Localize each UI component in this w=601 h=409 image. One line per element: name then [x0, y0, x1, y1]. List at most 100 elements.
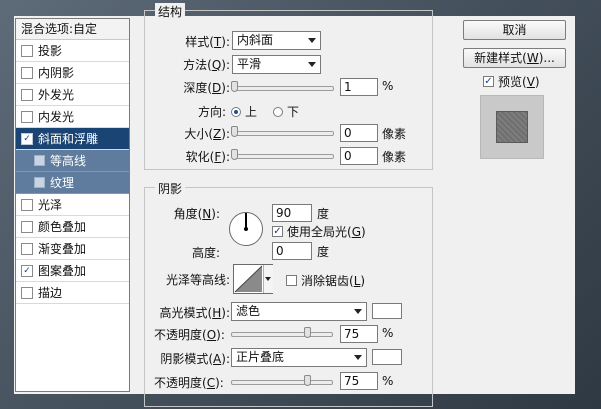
highlight-opacity-thumb[interactable]: [304, 327, 311, 338]
size-row: 大小(Z):: [184, 127, 230, 141]
depth-row: 深度(D):: [183, 81, 230, 95]
style-item-label: 纹理: [50, 175, 75, 190]
depth-slider[interactable]: [231, 81, 334, 92]
depth-unit: %: [382, 79, 394, 93]
new-style-button[interactable]: 新建样式(W)...: [463, 48, 566, 68]
style-row: 样式(T):: [185, 35, 230, 49]
style-item-6[interactable]: 纹理: [16, 172, 129, 194]
style-item-2[interactable]: 外发光: [16, 84, 129, 106]
highlight-color-swatch[interactable]: [372, 303, 402, 319]
direction-down-radio[interactable]: 下: [273, 103, 299, 120]
style-item-label: 等高线: [50, 153, 87, 168]
style-item-label: 斜面和浮雕: [38, 131, 99, 146]
highlight-opacity-slider[interactable]: [231, 327, 333, 338]
style-item-label: 投影: [38, 43, 63, 58]
direction-up-radio[interactable]: 上: [231, 103, 257, 120]
style-item-checkbox[interactable]: [21, 198, 33, 211]
style-item-7[interactable]: 光泽: [16, 194, 129, 216]
shadow-mode-row: 阴影模式(A):: [160, 352, 230, 366]
shadow-opacity-input[interactable]: 75: [340, 372, 378, 390]
style-item-label: 内阴影: [38, 65, 75, 80]
altitude-input[interactable]: 0: [272, 242, 312, 260]
angle-input[interactable]: 90: [272, 204, 312, 222]
style-item-11[interactable]: 描边: [16, 282, 129, 304]
style-item-checkbox[interactable]: [21, 286, 33, 299]
style-item-checkbox[interactable]: ✓: [21, 132, 33, 145]
angle-row: 角度(N):: [173, 207, 220, 221]
gloss-contour-picker[interactable]: [233, 264, 273, 294]
shadow-opacity-thumb[interactable]: [304, 375, 311, 386]
style-item-label: 光泽: [38, 197, 63, 212]
chevron-down-icon: [354, 355, 362, 360]
preview-swatch: [496, 111, 528, 143]
depth-slider-thumb[interactable]: [231, 81, 238, 92]
soften-unit: 像素: [382, 150, 407, 164]
layer-style-dialog: 混合选项:自定 投影内阴影外发光内发光 ✓ 斜面和浮雕等高线纹理光泽颜色叠加渐变叠加…: [14, 3, 575, 407]
gloss-contour-row: 光泽等高线:: [154, 270, 230, 289]
size-slider-thumb[interactable]: [231, 126, 238, 137]
highlight-opacity-unit: %: [382, 326, 394, 340]
highlight-opacity-row: 不透明度(O):: [154, 328, 225, 342]
depth-input[interactable]: 1: [340, 78, 378, 96]
global-light-check: ✓: [272, 226, 283, 237]
direction-label: 方向:: [197, 105, 226, 119]
preview-thumbnail: [480, 95, 544, 159]
style-item-checkbox[interactable]: [21, 66, 33, 79]
size-input[interactable]: 0: [340, 124, 378, 142]
method-row: 方法(Q):: [183, 58, 230, 72]
shadow-mode-select[interactable]: 正片叠底: [231, 348, 367, 367]
preview-check: ✓: [483, 76, 494, 87]
anti-aliased-check: [286, 275, 297, 286]
soften-row: 软化(F):: [185, 150, 230, 164]
altitude-label: 高度:: [191, 246, 220, 260]
style-item-checkbox[interactable]: [21, 242, 33, 255]
chevron-down-icon: [308, 38, 316, 43]
chevron-down-icon: [265, 277, 271, 281]
altitude-row: 高度:: [154, 243, 220, 262]
style-item-checkbox[interactable]: [21, 220, 33, 233]
style-item-label: 颜色叠加: [38, 219, 87, 234]
shadow-opacity-unit: %: [382, 374, 394, 388]
contour-preview-icon: [234, 265, 263, 293]
shadow-color-swatch[interactable]: [372, 349, 402, 365]
style-item-9[interactable]: 渐变叠加: [16, 238, 129, 260]
highlight-mode-select[interactable]: 滤色: [231, 302, 367, 321]
size-unit: 像素: [382, 127, 407, 141]
style-item-1[interactable]: 内阴影: [16, 62, 129, 84]
chevron-down-icon: [308, 62, 316, 67]
style-item-4[interactable]: ✓ 斜面和浮雕: [16, 128, 129, 150]
style-item-checkbox[interactable]: [21, 110, 33, 123]
highlight-opacity-input[interactable]: 75: [340, 325, 378, 343]
style-item-checkbox[interactable]: [34, 177, 45, 188]
altitude-unit: 度: [317, 245, 330, 259]
style-item-label: 内发光: [38, 109, 75, 124]
angle-indicator: [245, 213, 247, 228]
direction-row: 方向: 上 下: [164, 102, 299, 121]
style-item-3[interactable]: 内发光: [16, 106, 129, 128]
cancel-button[interactable]: 取消: [463, 20, 566, 40]
soften-input[interactable]: 0: [340, 147, 378, 165]
global-light-checkbox[interactable]: ✓ 使用全局光(G): [272, 223, 366, 240]
chevron-down-icon: [354, 309, 362, 314]
style-item-checkbox[interactable]: [21, 88, 33, 101]
shading-legend: 阴影: [155, 180, 186, 197]
style-item-checkbox[interactable]: [34, 155, 45, 166]
style-item-8[interactable]: 颜色叠加: [16, 216, 129, 238]
shadow-opacity-slider[interactable]: [231, 375, 333, 386]
style-item-5[interactable]: 等高线: [16, 150, 129, 172]
style-item-checkbox[interactable]: ✓: [21, 264, 33, 277]
style-select[interactable]: 内斜面: [232, 31, 321, 50]
blending-options-item[interactable]: 混合选项:自定: [16, 19, 129, 40]
preview-checkbox[interactable]: ✓ 预览(V): [483, 73, 540, 90]
soften-slider-thumb[interactable]: [231, 149, 238, 160]
soften-slider[interactable]: [231, 149, 334, 160]
style-item-0[interactable]: 投影: [16, 40, 129, 62]
anti-aliased-checkbox[interactable]: 消除锯齿(L): [286, 272, 365, 289]
style-item-10[interactable]: ✓ 图案叠加: [16, 260, 129, 282]
angle-dial[interactable]: [229, 212, 263, 246]
style-list: 混合选项:自定 投影内阴影外发光内发光 ✓ 斜面和浮雕等高线纹理光泽颜色叠加渐变叠加…: [15, 18, 130, 392]
size-slider[interactable]: [231, 126, 334, 137]
method-select[interactable]: 平滑: [232, 55, 321, 74]
shadow-opacity-row: 不透明度(C):: [154, 376, 224, 390]
style-item-checkbox[interactable]: [21, 44, 33, 57]
